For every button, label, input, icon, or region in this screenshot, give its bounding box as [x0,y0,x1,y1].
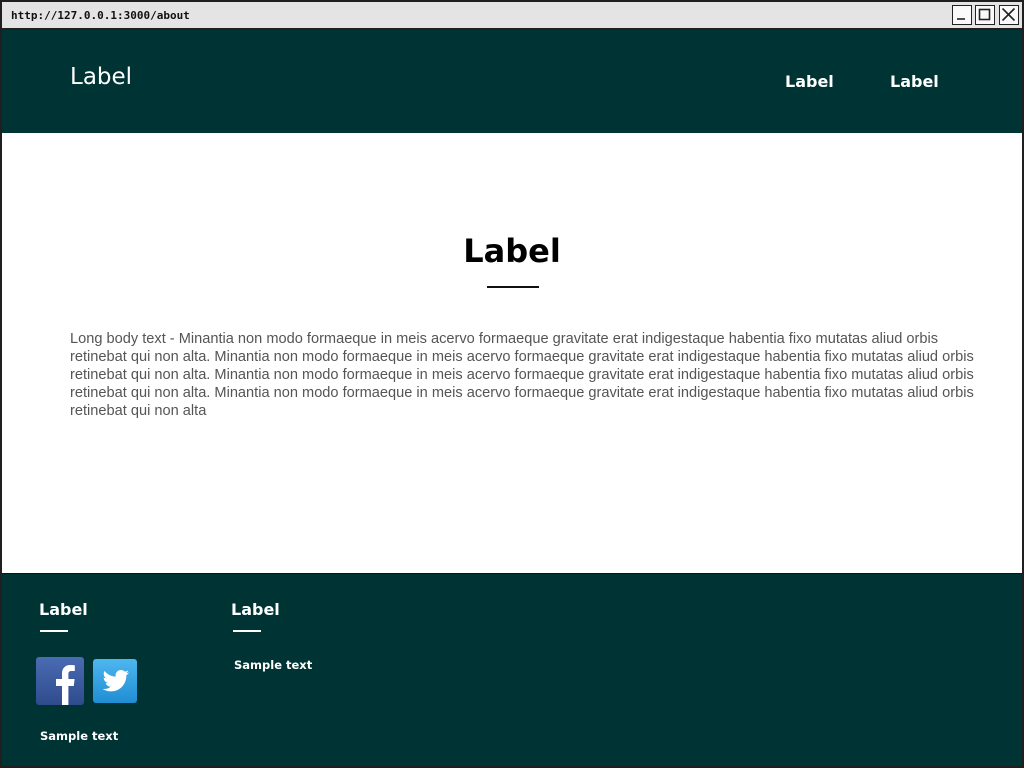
site-header: Label Label Label [2,30,1022,133]
footer-text-2: Sample text [234,658,313,672]
minimize-icon [957,18,965,20]
footer-heading-1: Label [39,600,88,619]
body-text: Long body text - Minantia non modo forma… [70,331,974,419]
nav-link-1[interactable]: Label [785,72,834,91]
footer-heading-2: Label [231,600,280,619]
maximize-icon [978,8,991,21]
title-divider [487,286,539,288]
twitter-icon [93,659,137,703]
brand-label[interactable]: Label [70,64,132,90]
twitter-link[interactable] [93,659,137,703]
facebook-icon [36,657,84,705]
minimize-button[interactable] [952,5,972,25]
title-bar: http://127.0.0.1:3000/about [2,2,1022,30]
facebook-link[interactable] [36,657,84,705]
footer-divider-2 [233,630,261,632]
page-title: Label [463,232,561,270]
close-button[interactable] [999,5,1019,25]
nav-link-2[interactable]: Label [890,72,939,91]
footer-text-1: Sample text [40,729,119,743]
footer-divider-1 [40,630,68,632]
main-content: Label Long body text - Minantia non modo… [2,133,1022,573]
address-url[interactable]: http://127.0.0.1:3000/about [11,9,190,22]
site-footer: Label Sample text Label Sample text [2,573,1022,766]
browser-window: http://127.0.0.1:3000/about Label Label … [0,0,1024,768]
maximize-button[interactable] [975,5,995,25]
close-icon [1001,7,1016,22]
